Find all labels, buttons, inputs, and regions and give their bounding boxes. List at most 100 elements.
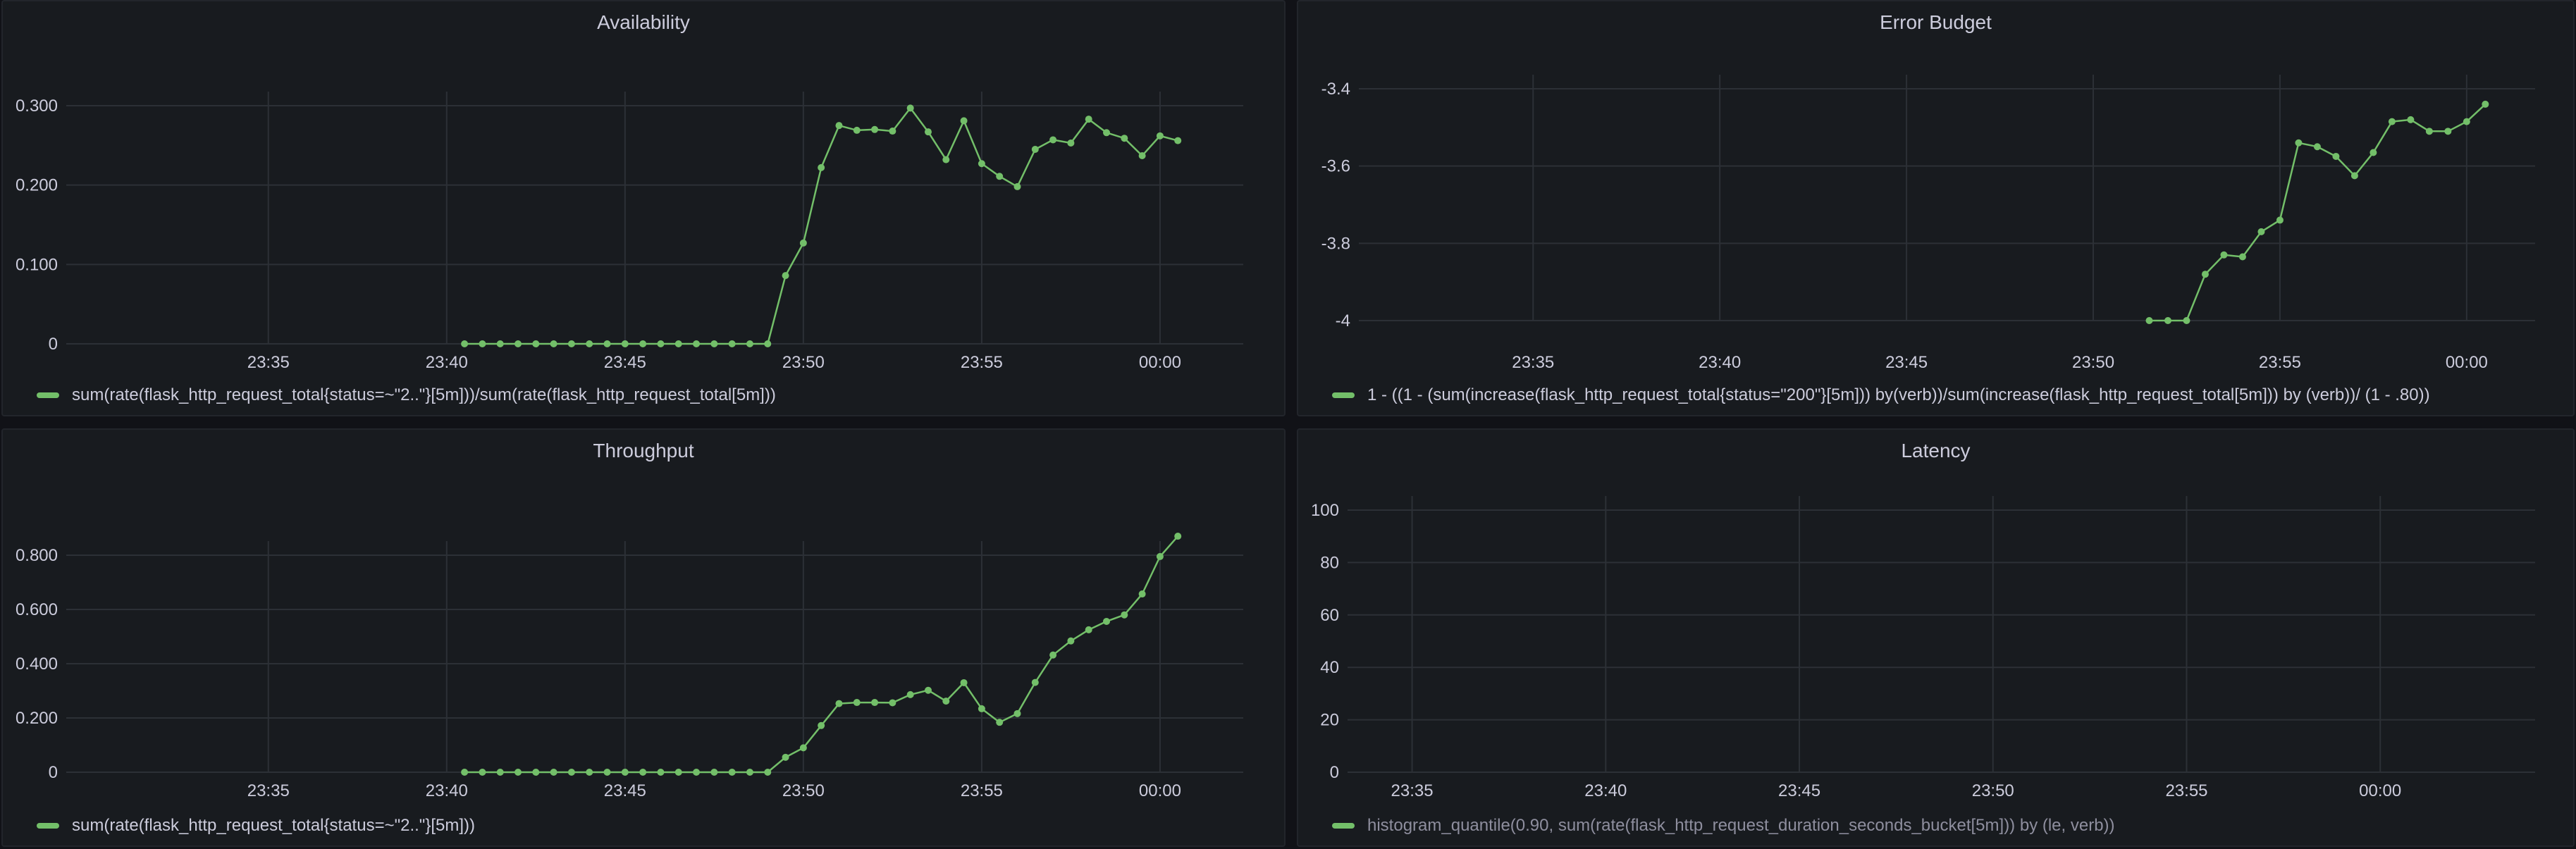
data-point <box>586 340 593 347</box>
data-point <box>2444 128 2452 135</box>
data-point <box>1031 145 1039 153</box>
data-point <box>1138 590 1146 598</box>
data-point <box>942 156 950 163</box>
data-point <box>2257 228 2265 235</box>
x-tick-label: 23:50 <box>782 353 825 372</box>
data-point <box>942 698 950 705</box>
availability-panel[interactable]: Availability 0 0.100 0.200 0.300 23:35 23:40 2… <box>1 0 1286 416</box>
data-point <box>2425 128 2433 135</box>
legend-swatch <box>1332 823 1355 829</box>
x-tick-label: 23:55 <box>961 353 1003 372</box>
x-tick-label: 23:40 <box>1699 353 1741 372</box>
y-tick-label: 40 <box>1320 658 1339 677</box>
data-point <box>639 340 647 347</box>
legend-label[interactable]: 1 - ((1 - (sum(increase(flask_http_reque… <box>1367 385 2430 405</box>
y-tick-label: 80 <box>1320 553 1339 572</box>
data-point <box>550 769 557 776</box>
data-point <box>889 128 896 135</box>
data-point <box>996 719 1004 726</box>
data-point <box>1031 678 1039 686</box>
data-point <box>2295 139 2303 147</box>
y-tick-label: -3.6 <box>1321 157 1350 176</box>
x-tick-label: 00:00 <box>2446 353 2488 372</box>
data-point <box>1174 533 1182 540</box>
legend-swatch <box>37 823 59 829</box>
data-point <box>639 769 647 776</box>
data-point <box>2332 152 2340 160</box>
data-point <box>532 769 540 776</box>
data-point <box>1067 139 1075 147</box>
data-point <box>2201 271 2209 278</box>
data-point <box>461 340 469 347</box>
data-point <box>621 769 629 776</box>
data-point <box>479 769 486 776</box>
x-tick-label: 23:35 <box>247 781 290 800</box>
data-point <box>657 769 665 776</box>
data-point <box>906 104 914 112</box>
data-point <box>799 239 807 247</box>
data-point <box>674 769 682 776</box>
data-point <box>960 678 968 686</box>
data-point <box>461 769 469 776</box>
legend[interactable]: histogram_quantile(0.90, sum(rate(flask_… <box>1332 816 2115 836</box>
data-point <box>1067 637 1075 645</box>
availability-chart: 0 0.100 0.200 0.300 23:35 23:40 23:45 23:50 23:5… <box>16 92 1243 372</box>
x-tick-label: 23:45 <box>1885 353 1928 372</box>
data-point <box>799 744 807 752</box>
data-point <box>853 126 861 134</box>
data-point <box>2350 172 2358 180</box>
x-tick-label: 23:45 <box>604 781 646 800</box>
data-point <box>567 340 575 347</box>
legend-label[interactable]: histogram_quantile(0.90, sum(rate(flask_… <box>1367 816 2115 836</box>
y-tick-label: 20 <box>1320 711 1339 730</box>
data-point <box>764 769 772 776</box>
x-tick-label: 23:40 <box>426 781 468 800</box>
data-point <box>1121 135 1128 142</box>
data-point <box>514 340 522 347</box>
x-tick-label: 23:50 <box>1972 781 2014 800</box>
data-point <box>693 769 701 776</box>
data-point <box>924 128 932 136</box>
y-tick-label: 100 <box>1311 501 1339 520</box>
data-point <box>514 769 522 776</box>
data-point <box>728 340 736 347</box>
x-tick-label: 23:35 <box>1512 353 1554 372</box>
throughput-panel[interactable]: Throughput 0 0.200 0.400 0.600 0.800 23:35 23:… <box>1 428 1286 847</box>
legend[interactable]: sum(rate(flask_http_request_total{status… <box>37 816 475 836</box>
data-point <box>835 700 843 707</box>
legend-label[interactable]: sum(rate(flask_http_request_total{status… <box>72 816 475 836</box>
y-tick-label: 0.800 <box>16 546 58 565</box>
data-point <box>532 340 540 347</box>
data-point <box>1013 182 1021 190</box>
legend-label[interactable]: sum(rate(flask_http_request_total{status… <box>72 385 776 405</box>
data-point <box>2313 143 2321 151</box>
data-point <box>479 340 486 347</box>
data-point <box>853 699 861 707</box>
data-point <box>1103 617 1111 625</box>
data-point <box>2164 317 2171 324</box>
data-point <box>2463 118 2470 125</box>
x-tick-label: 00:00 <box>1139 781 1181 800</box>
data-point <box>871 125 879 133</box>
data-point <box>2388 118 2396 125</box>
x-tick-label: 23:55 <box>2259 353 2301 372</box>
data-point <box>1156 132 1164 140</box>
data-point <box>603 769 611 776</box>
data-point <box>710 340 718 347</box>
x-tick-label: 23:45 <box>604 353 646 372</box>
y-tick-label: -3.4 <box>1321 80 1350 99</box>
x-tick-label: 23:55 <box>961 781 1003 800</box>
latency-panel[interactable]: Latency 0 20 40 60 80 100 23:35 23:40 23:45 23:50… <box>1297 428 2575 847</box>
y-tick-label: 0.400 <box>16 655 58 674</box>
data-point <box>1085 116 1092 123</box>
error-budget-panel[interactable]: Error Budget -4 -3.8 -3.6 -3.4 23:35 23:40 23:… <box>1297 0 2575 416</box>
data-point <box>1013 709 1021 717</box>
data-point <box>710 769 718 776</box>
data-point <box>1085 626 1092 633</box>
throughput-chart: 0 0.200 0.400 0.600 0.800 23:35 23:40 23:45 23:5… <box>16 533 1243 800</box>
y-tick-label: 0.100 <box>16 255 58 274</box>
legend[interactable]: 1 - ((1 - (sum(increase(flask_http_reque… <box>1332 385 2430 405</box>
data-point <box>1138 151 1146 159</box>
legend[interactable]: sum(rate(flask_http_request_total{status… <box>37 385 776 405</box>
data-point <box>835 122 843 130</box>
